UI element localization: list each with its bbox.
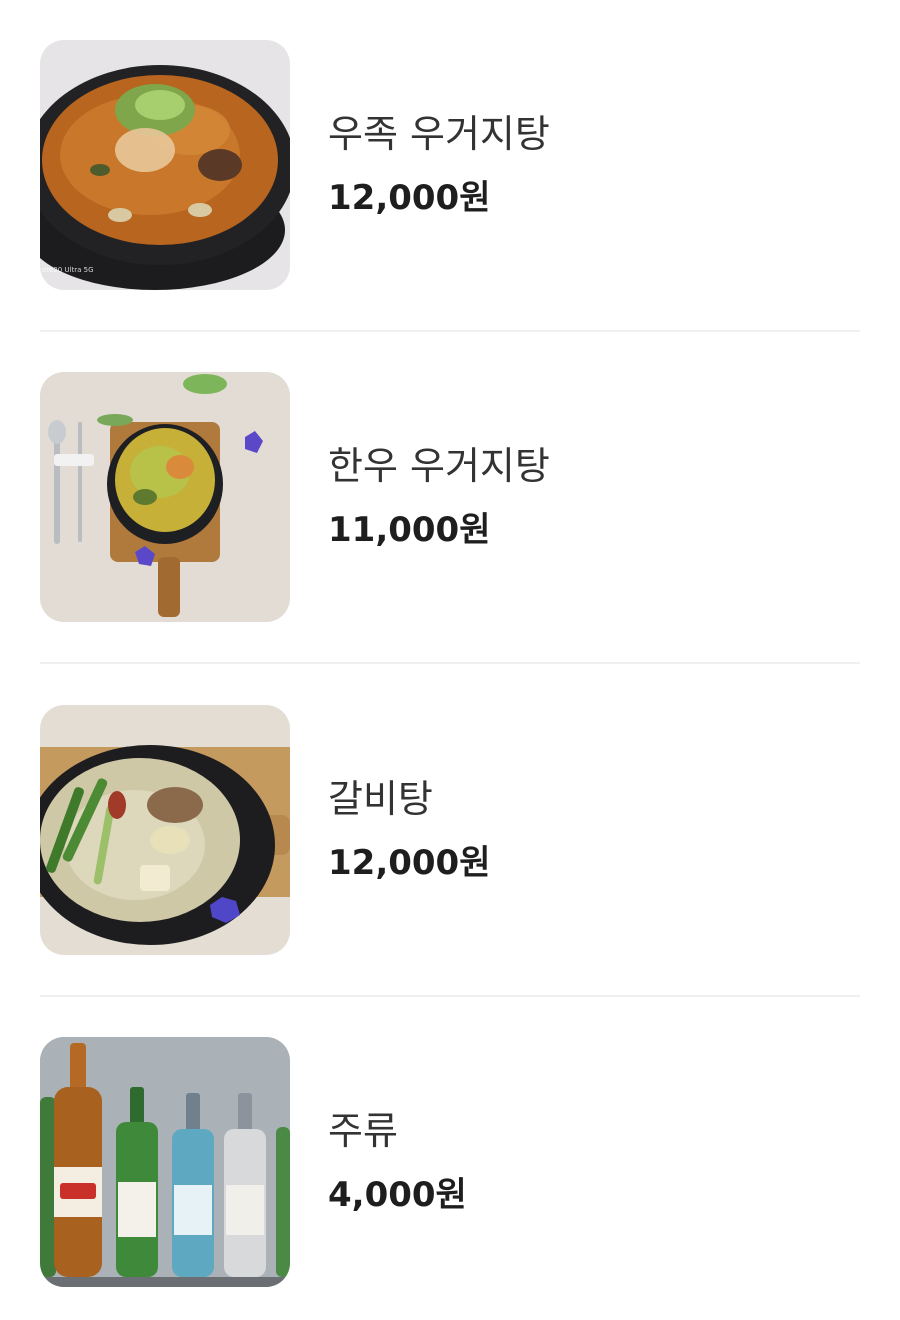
menu-item-name: 갈비탕: [328, 777, 433, 821]
menu-item-photo: [40, 705, 290, 955]
hanwoo-ugeoji-tang-image: [40, 372, 290, 622]
menu-item-photo: ote20 Ultra 5G: [40, 40, 290, 290]
menu-item-name: 한우 우거지탕: [328, 444, 550, 488]
menu-item-price: 12,000원: [328, 843, 491, 883]
menu-item-price: 12,000원: [328, 178, 491, 218]
divider: [40, 995, 860, 997]
menu-item-photo: [40, 1037, 290, 1287]
divider: [40, 662, 860, 664]
menu-item-galbi-tang[interactable]: 갈비탕 12,000원: [40, 705, 860, 955]
menu-item-photo: [40, 372, 290, 622]
menu-item-liquor[interactable]: 주류 4,000원: [40, 1037, 860, 1287]
divider: [40, 330, 860, 332]
photo-watermark: ote20 Ultra 5G: [42, 266, 94, 274]
galbi-tang-image: [40, 705, 290, 955]
ujok-ugeoji-tang-image: [40, 40, 290, 290]
menu-item-hanwoo-ugeoji-tang[interactable]: 한우 우거지탕 11,000원: [40, 372, 860, 622]
menu-item-name: 우족 우거지탕: [328, 112, 550, 156]
menu-item-price: 11,000원: [328, 510, 491, 550]
menu-item-ujok-ugeoji-tang[interactable]: ote20 Ultra 5G 우족 우거지탕 12,000원: [40, 40, 860, 290]
liquor-bottles-image: [40, 1037, 290, 1287]
menu-list: ote20 Ultra 5G 우족 우거지탕 12,000원 한우 우거지탕 1…: [0, 0, 900, 1320]
menu-item-price: 4,000원: [328, 1175, 467, 1215]
menu-item-name: 주류: [328, 1109, 398, 1153]
